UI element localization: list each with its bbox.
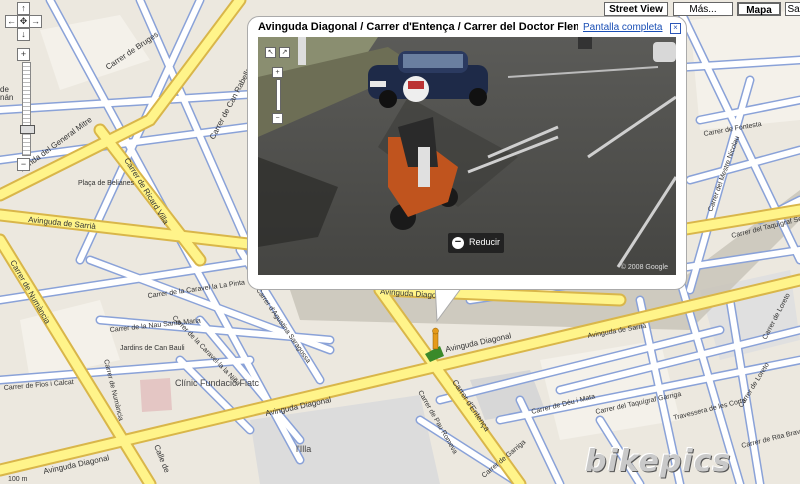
popup-title: Avinguda Diagonal / Carrer d'Entença / C… — [258, 21, 578, 33]
map-button[interactable]: Mapa — [737, 2, 781, 16]
map-scale: 100 m — [8, 476, 28, 483]
fullscreen-link[interactable]: Pantalla completa — [583, 22, 663, 33]
watermark-logo: bikepics — [585, 444, 732, 479]
sv-rotate-right-button[interactable]: ↗ — [279, 47, 290, 58]
label-clinic: Clínic Fundació Fiatc — [175, 378, 260, 388]
street-view-popup: Avinguda Diagonal / Carrer d'Entença / C… — [247, 16, 687, 290]
more-button[interactable]: Más... — [673, 2, 733, 16]
sv-zoom-in-button[interactable]: + — [272, 67, 283, 78]
minus-icon: − — [452, 237, 464, 249]
street-view-panorama[interactable]: ↖ ↗ + − − Reducir © 2008 Google — [258, 37, 676, 275]
pan-right-button[interactable]: → — [29, 15, 42, 28]
sv-zoom-slider[interactable] — [276, 79, 281, 111]
copyright: © 2008 Google — [620, 264, 668, 271]
label-belianes: Plaça de Belianes — [78, 180, 135, 187]
sv-zoom-out-button[interactable]: − — [272, 113, 283, 124]
label-illa: l'Illa — [296, 444, 311, 454]
street-view-button[interactable]: Street View — [604, 2, 668, 16]
sv-rotate-left-button[interactable]: ↖ — [265, 47, 276, 58]
pan-down-button[interactable]: ↓ — [17, 28, 30, 41]
pan-up-button[interactable]: ↑ — [17, 2, 30, 15]
map-navigation-control: ↑ ← ✥ → ↓ + − — [4, 2, 42, 172]
reduce-label: Reducir — [469, 237, 501, 247]
reduce-button[interactable]: − Reducir — [448, 233, 504, 253]
zoom-out-button[interactable]: − — [17, 158, 30, 171]
satellite-button[interactable]: Sat — [785, 2, 800, 16]
zoom-slider[interactable] — [20, 62, 35, 156]
close-icon[interactable]: × — [670, 23, 681, 34]
zoom-slider-thumb[interactable] — [20, 125, 35, 134]
label-can-bauli: Jardins de Can Bauli — [120, 345, 185, 352]
zoom-in-button[interactable]: + — [17, 48, 30, 61]
